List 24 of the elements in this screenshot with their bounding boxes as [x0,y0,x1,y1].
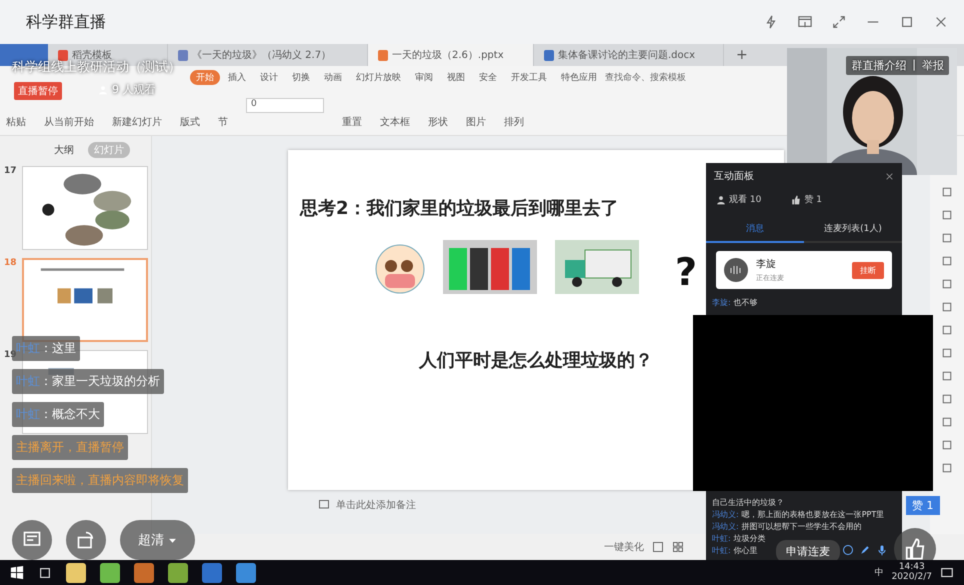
watcher-count: 观看 10 [729,194,762,206]
slide-title: 思考2：我们家里的垃圾最后到哪里去了 [298,197,619,220]
window-title: 科学群直播 [26,12,107,32]
panel-title: 互动面板 [714,170,754,183]
system-toast: 主播回来啦，直播内容即将恢复 [12,468,188,493]
like-count: 赞 1 [804,194,822,206]
separator: | [912,58,916,73]
chat-message: 自己生活中的垃圾？ [711,497,785,509]
chat-toast: 叶虹：家里一天垃圾的分析 [12,369,164,394]
slide-number: 17 [4,166,18,178]
chat-toast: 叶虹：概念不大 [12,402,104,427]
system-toast: 主播离开，直播暂停 [12,435,128,460]
chat-message: 叶虹: 垃圾分类 [711,533,767,545]
slide-number: 18 [4,258,18,270]
chat-message: 叶虹: 你心里 [711,545,759,557]
like-badge: 赞 1 [906,496,940,515]
slide-question: 人们平时是怎么处理垃圾的？ [419,349,653,372]
chat-message: 李旋: 也不够 [711,297,759,309]
chat-message: 冯幼义: 嗯，那上面的表格也要放在这一张PPT里 [711,509,886,521]
viewer-count: 9 人观看 [112,82,156,97]
question-mark: ? [674,250,698,294]
guest-name: 李旋 [756,258,777,271]
live-status-badge: 直播暂停 [14,82,62,100]
chat-message: 冯幼义: 拼图可以想帮下一些学生不会用的 [711,521,863,533]
